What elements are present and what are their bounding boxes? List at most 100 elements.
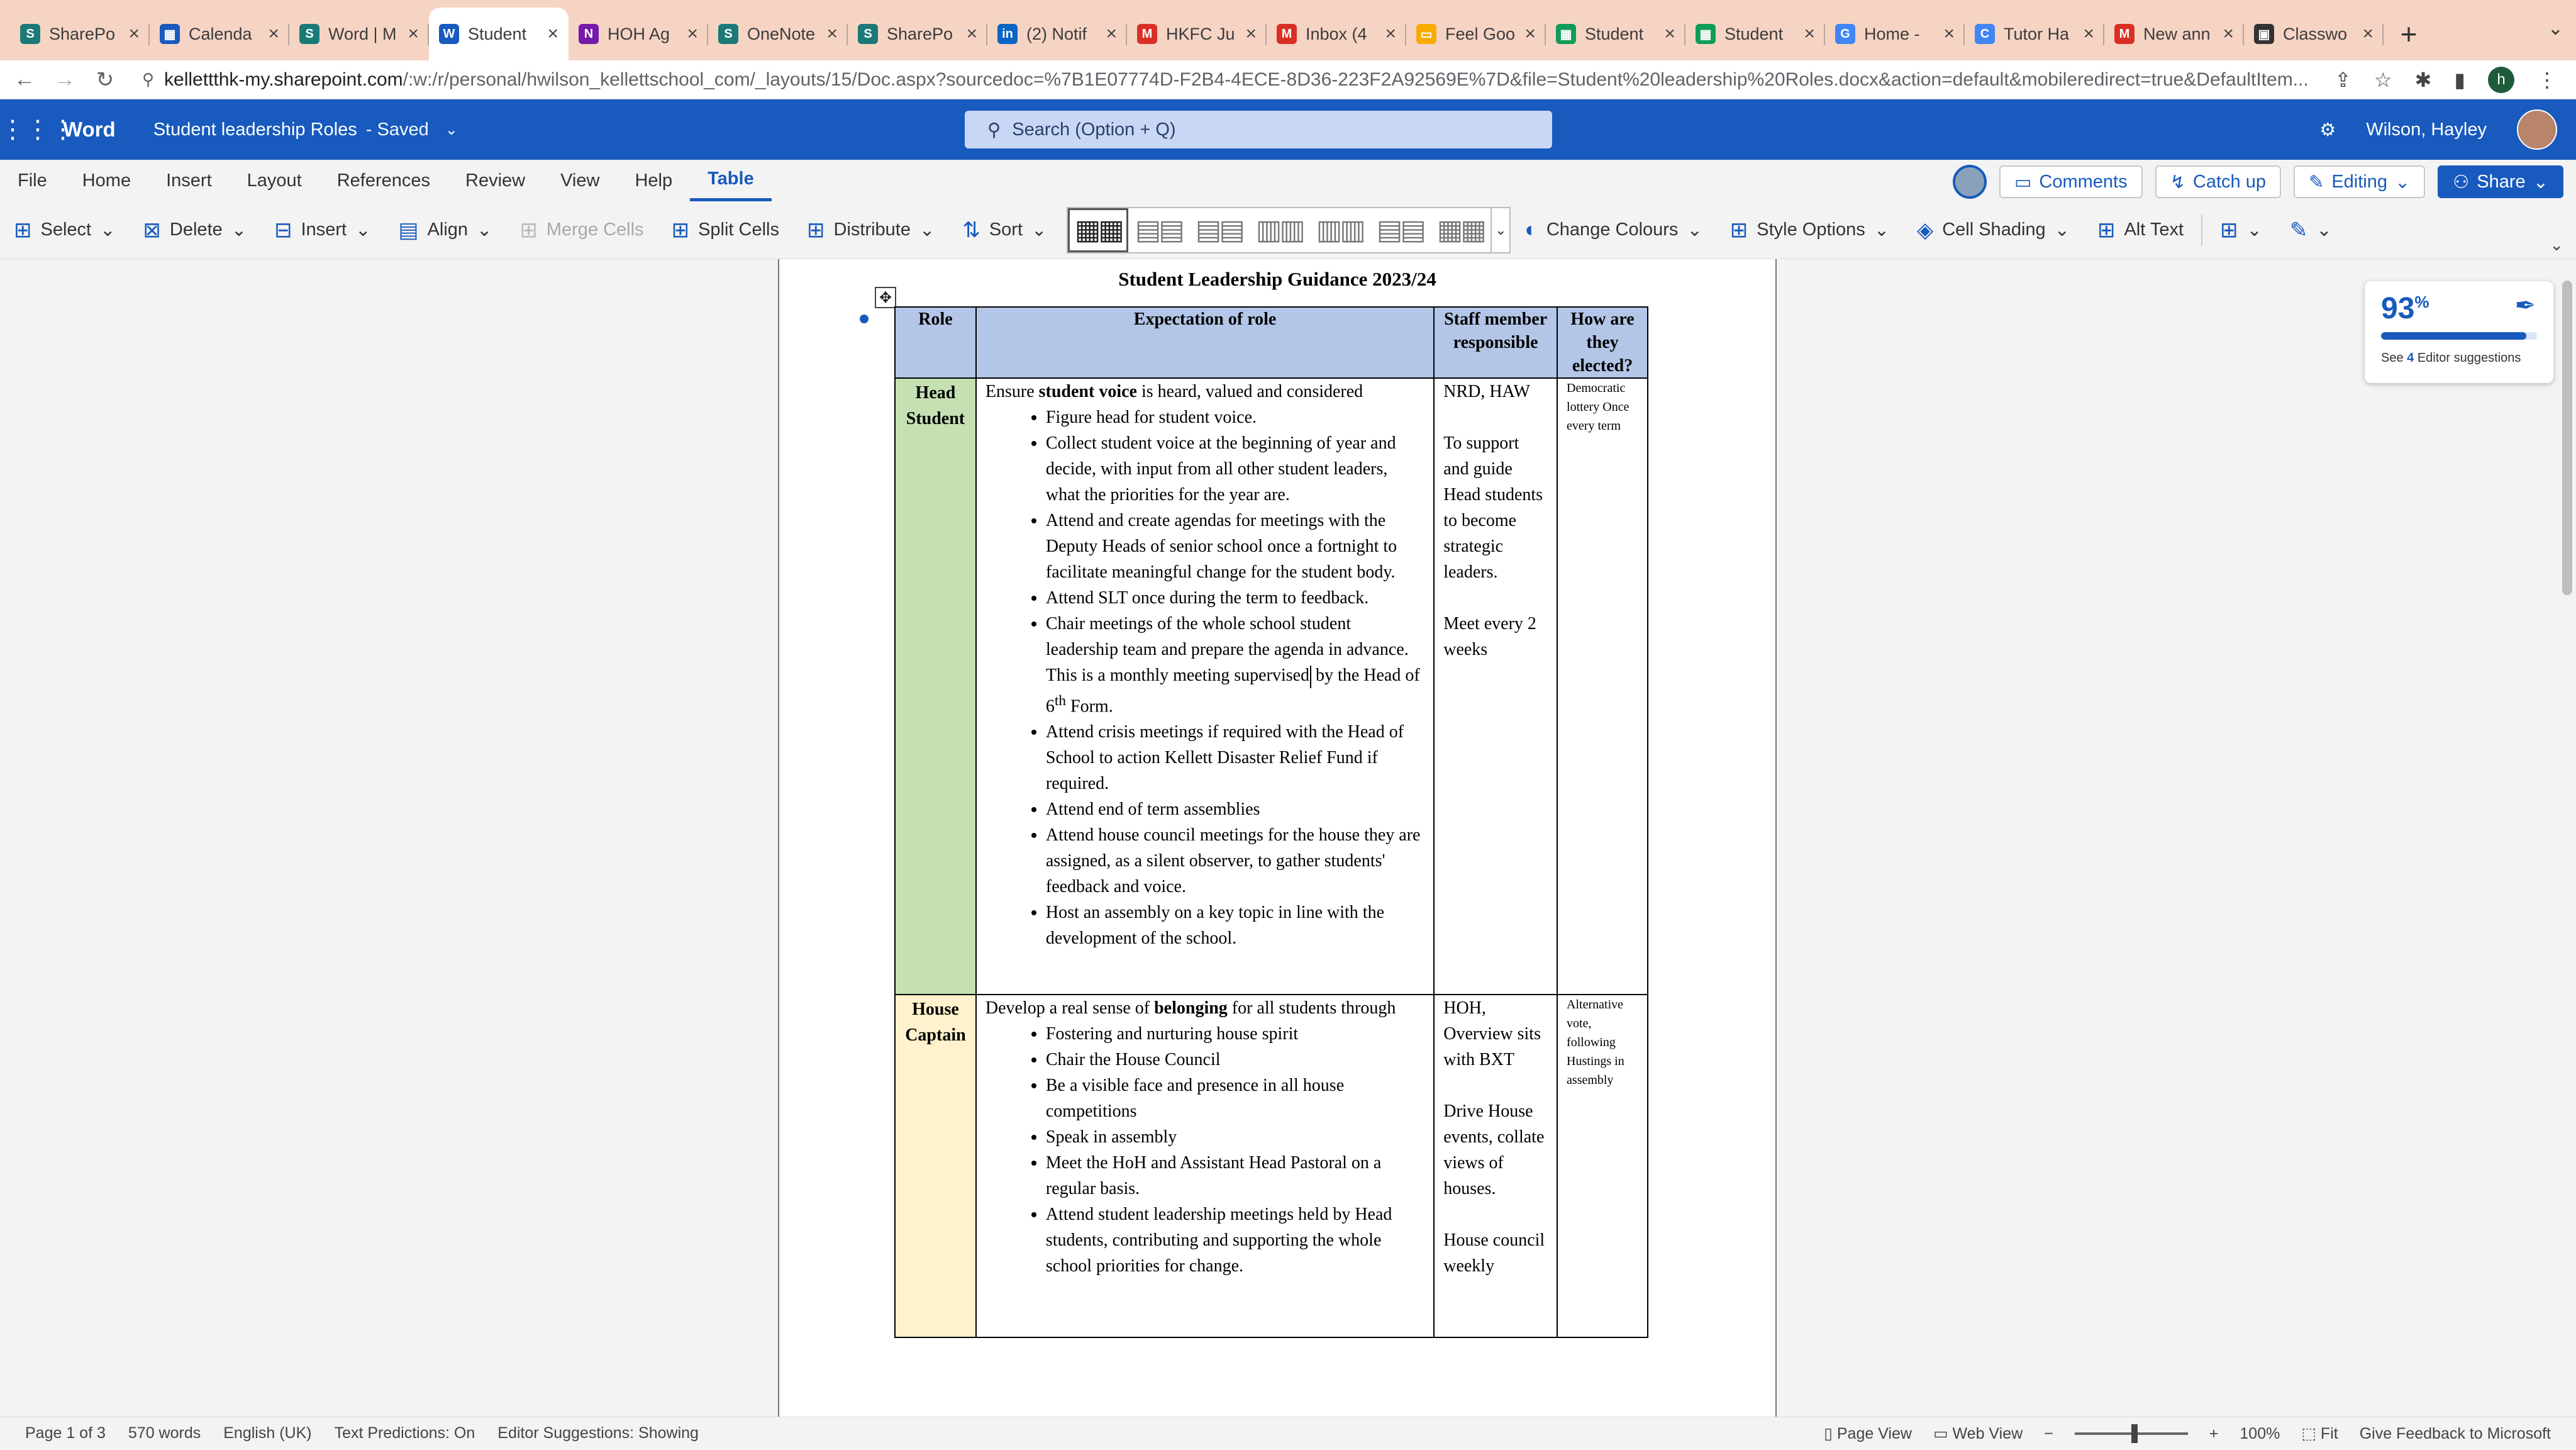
url-field[interactable]: ⚲ kellettthk-my.sharepoint.com/:w:/r/per… [133,64,2309,96]
browser-tab[interactable]: ▭ Feel Goo × [1406,8,1546,60]
header-expectation[interactable]: Expectation of role [975,306,1435,379]
table-move-handle-icon[interactable]: ✥ [875,287,896,308]
browser-tab[interactable]: S SharePo × [848,8,987,60]
browser-tab[interactable]: M HKFC Ju × [1127,8,1267,60]
header-how-elected[interactable]: How are they elected? [1557,306,1648,379]
user-name[interactable]: Wilson, Hayley [2366,120,2487,140]
reload-icon[interactable]: ↻ [89,67,121,92]
zoom-slider[interactable] [2074,1424,2188,1443]
sort-button[interactable]: ⇅ Sort ⌄ [948,208,1060,252]
table-style-option[interactable]: ▦▦ [1430,208,1491,252]
editor-score-card[interactable]: 93% ✒ See 4 Editor suggestions [2365,281,2553,383]
table-style-option[interactable]: ▤▤ [1128,208,1189,252]
share-button[interactable]: ⚇ Share ⌄ [2438,165,2563,198]
word-count[interactable]: 570 words [128,1424,201,1442]
alt-text-button[interactable]: ⊞ Alt Text [2084,208,2197,252]
change-colours-button[interactable]: ◐ Change Colours ⌄ [1511,208,1716,252]
extensions-puzzle-icon[interactable]: ✱ [2415,68,2432,92]
styles-dropdown-chevron-icon[interactable]: ⌄ [1491,208,1509,252]
tab-references[interactable]: References [319,160,448,201]
browser-tab[interactable]: S Word | M × [289,8,429,60]
browser-tab[interactable]: ▣ Classwo × [2244,8,2384,60]
title-chevron-down-icon[interactable]: ⌄ [445,121,458,139]
browser-tab[interactable]: ▦ Student × [1685,8,1825,60]
distribute-button[interactable]: ⊞ Distribute ⌄ [793,208,948,252]
how-elected-cell[interactable]: Alternative vote, following Hustings in … [1557,994,1648,1338]
vertical-scrollbar[interactable] [2562,281,2572,595]
tab-close-icon[interactable]: × [1664,23,1675,45]
borders-button[interactable]: ⊞ ⌄ [2206,208,2276,252]
align-button[interactable]: ▤ Align ⌄ [384,208,506,252]
browser-menu-icon[interactable]: ⋮ [2537,68,2557,92]
tab-close-icon[interactable]: × [2362,23,2373,45]
tab-close-icon[interactable]: × [547,23,558,45]
text-predictions[interactable]: Text Predictions: On [335,1424,475,1442]
tab-close-icon[interactable]: × [1385,23,1396,45]
tab-view[interactable]: View [543,160,617,201]
zoom-level[interactable]: 100% [2240,1425,2280,1443]
tab-close-icon[interactable]: × [1245,23,1257,45]
fit-button[interactable]: ⬚ Fit [2301,1424,2338,1443]
insert-button[interactable]: ⊟ Insert ⌄ [260,208,384,252]
browser-tab[interactable]: M Inbox (4 × [1267,8,1406,60]
editor-suggestions-status[interactable]: Editor Suggestions: Showing [497,1424,699,1442]
tab-help[interactable]: Help [617,160,690,201]
tab-close-icon[interactable]: × [687,23,698,45]
header-staff[interactable]: Staff member responsible [1433,306,1558,379]
document-title[interactable]: Student leadership Roles [153,120,357,140]
browser-tab[interactable]: C Tutor Ha × [1965,8,2104,60]
search-input[interactable]: ⚲ Search (Option + Q) [965,111,1552,148]
tab-layout[interactable]: Layout [230,160,319,201]
staff-cell[interactable]: NRD, HAW To support and guide Head stude… [1433,377,1558,995]
browser-tab[interactable]: M New ann × [2104,8,2244,60]
browser-tab[interactable]: G Home - × [1825,8,1965,60]
tab-table[interactable]: Table [690,160,772,201]
cell-shading-button[interactable]: ◈ Cell Shading ⌄ [1903,208,2084,252]
tab-close-icon[interactable]: × [2083,23,2094,45]
expectation-cell[interactable]: Develop a real sense of belonging for al… [975,994,1435,1338]
tab-close-icon[interactable]: × [268,23,279,45]
tab-close-icon[interactable]: × [128,23,140,45]
tab-insert[interactable]: Insert [148,160,230,201]
tab-close-icon[interactable]: × [1943,23,1955,45]
web-view-button[interactable]: ▭ Web View [1933,1424,2023,1443]
table-style-option[interactable]: ▤▤ [1189,208,1249,252]
tab-search-chevron-icon[interactable]: ⌄ [2548,18,2563,40]
user-avatar[interactable] [2517,109,2557,150]
document-page[interactable]: Student Leadership Guidance 2023/24 ✥ Ro… [778,259,1777,1417]
feedback-link[interactable]: Give Feedback to Microsoft [2360,1425,2551,1443]
share-page-icon[interactable]: ⇪ [2334,68,2351,92]
side-panel-icon[interactable]: ▮ [2454,68,2465,92]
header-role[interactable]: Role [894,306,977,379]
style-options-button[interactable]: ⊞ Style Options ⌄ [1716,208,1903,252]
role-cell[interactable]: House Captain [894,994,977,1338]
zoom-in-button[interactable]: + [2209,1425,2219,1443]
table-row-insert-dot[interactable] [860,315,869,323]
browser-tab[interactable]: S OneNote × [708,8,848,60]
browser-profile-avatar[interactable]: h [2488,66,2514,93]
page-count[interactable]: Page 1 of 3 [25,1424,106,1442]
ribbon-collapse-chevron-icon[interactable]: ⌄ [2550,235,2563,255]
comments-button[interactable]: ▭ Comments [1999,165,2143,198]
page-view-button[interactable]: ▯ Page View [1824,1424,1912,1443]
staff-cell[interactable]: HOH, Overview sits with BXT Drive House … [1433,994,1558,1338]
leadership-table[interactable]: Role Expectation of role Staff member re… [894,306,1648,1338]
editor-suggestions-link[interactable]: See 4 Editor suggestions [2381,351,2537,365]
role-cell[interactable]: Head Student [894,377,977,995]
table-style-option[interactable]: ▥▥ [1249,208,1309,252]
tab-review[interactable]: Review [448,160,543,201]
draw-table-button[interactable]: ✎ ⌄ [2276,208,2346,252]
tab-close-icon[interactable]: × [1804,23,1815,45]
editing-mode-button[interactable]: ✎ Editing ⌄ [2294,165,2426,198]
tab-close-icon[interactable]: × [1106,23,1117,45]
tab-close-icon[interactable]: × [966,23,977,45]
table-style-grid[interactable]: ▦▦ [1068,208,1129,252]
zoom-out-button[interactable]: − [2044,1425,2053,1443]
catch-up-button[interactable]: ↯ Catch up [2155,165,2281,198]
tab-file[interactable]: File [0,160,65,201]
browser-tab[interactable]: N HOH Ag × [569,8,708,60]
merge-cells-button[interactable]: ⊞ Merge Cells [506,208,657,252]
browser-tab[interactable]: ▦ Calenda × [150,8,289,60]
browser-tab[interactable]: ▦ Student × [1546,8,1685,60]
browser-tab[interactable]: S SharePo × [10,8,150,60]
